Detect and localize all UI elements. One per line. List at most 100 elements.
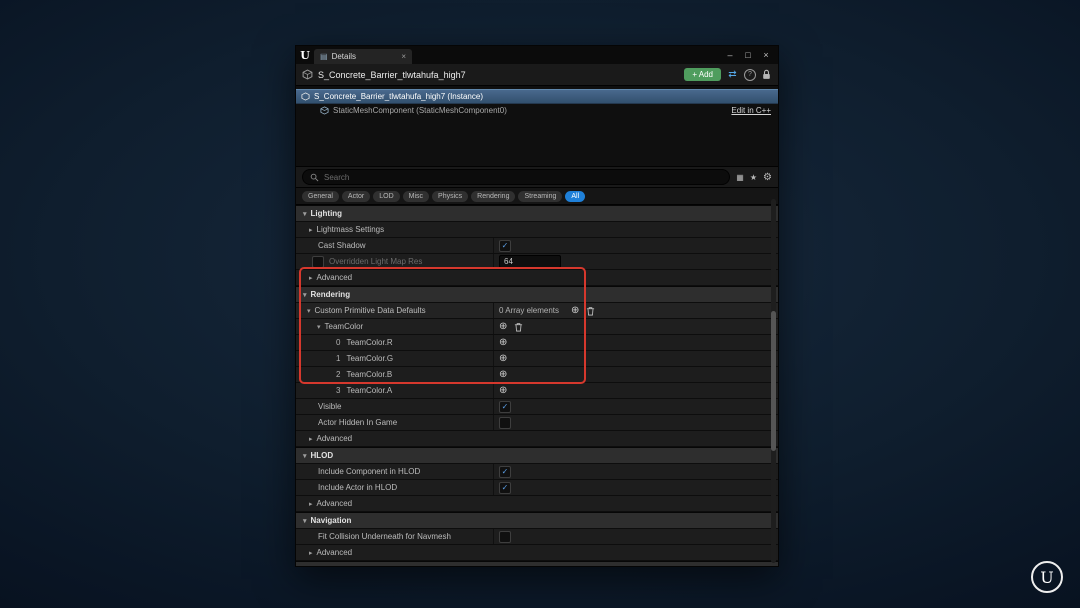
delete-icon[interactable]: [514, 322, 523, 332]
property-label: TeamColor.G: [346, 354, 394, 363]
scrollbar-thumb[interactable]: [771, 311, 776, 451]
chevron-right-icon: ▸: [309, 435, 313, 443]
close-button[interactable]: ×: [757, 46, 775, 64]
advanced-label: Advanced: [316, 273, 353, 282]
include-component-checkbox[interactable]: ✓: [499, 465, 511, 478]
property-value: ✓: [494, 239, 778, 252]
row-advanced-lighting[interactable]: ▸ Advanced: [296, 270, 778, 286]
property-value: ⊕: [494, 337, 778, 348]
property-label: Include Actor in HLOD: [318, 483, 398, 492]
row-teamcolor-b: 2 TeamColor.B ⊕: [296, 367, 778, 383]
row-include-actor-in-hlod: Include Actor in HLOD ✓: [296, 480, 778, 496]
delete-icon[interactable]: [586, 306, 595, 316]
filter-actor[interactable]: Actor: [341, 190, 371, 202]
section-label: Virtual Texture: [311, 565, 366, 566]
add-component-button[interactable]: + Add: [684, 67, 721, 82]
filter-physics[interactable]: Physics: [432, 190, 469, 202]
filter-streaming[interactable]: Streaming: [518, 190, 563, 202]
search-icon: [310, 173, 319, 181]
check-icon: ✓: [501, 401, 509, 411]
row-teamcolor-r: 0 TeamColor.R ⊕: [296, 335, 778, 351]
cast-shadow-checkbox[interactable]: ✓: [499, 239, 511, 252]
settings-gear-icon[interactable]: ⚙: [763, 172, 772, 183]
property-value: [494, 530, 778, 543]
tab-label: Details: [331, 52, 357, 61]
filter-misc[interactable]: Misc: [402, 190, 430, 202]
filter-general[interactable]: General: [302, 190, 339, 202]
search-toolbar: ▦ ★ ⚙: [736, 172, 772, 183]
section-virtual-texture[interactable]: ▾ Virtual Texture: [296, 561, 778, 566]
desktop-background: U ▤ Details × – □ × S_Concrete_Barrier_t…: [0, 0, 1080, 608]
add-element-icon[interactable]: ⊕: [499, 321, 507, 332]
chevron-down-icon[interactable]: ▾: [296, 323, 321, 331]
filter-all[interactable]: All: [565, 190, 586, 202]
property-label: Fit Collision Underneath for Navmesh: [318, 532, 451, 541]
chevron-right-icon: ▸: [309, 274, 313, 282]
tree-item-staticmesh-component[interactable]: StaticMeshComponent (StaticMeshComponent…: [296, 104, 778, 117]
visible-checkbox[interactable]: ✓: [499, 400, 511, 413]
chevron-right-icon: ▸: [309, 226, 313, 234]
maximize-button[interactable]: □: [739, 46, 757, 64]
lock-icon[interactable]: [761, 69, 772, 80]
edit-in-cpp-link[interactable]: Edit in C++: [731, 106, 773, 115]
row-advanced-hlod[interactable]: ▸ Advanced: [296, 496, 778, 512]
minimize-button[interactable]: –: [721, 46, 739, 64]
add-pin-icon[interactable]: ⊕: [499, 369, 507, 380]
row-advanced-navigation[interactable]: ▸ Advanced: [296, 545, 778, 561]
search-placeholder: Search: [324, 172, 350, 182]
chevron-down-icon: ▾: [303, 291, 307, 299]
title-bar[interactable]: U ▤ Details × – □ ×: [296, 46, 778, 64]
row-advanced-rendering[interactable]: ▸ Advanced: [296, 431, 778, 447]
actor-cube-icon: [302, 69, 313, 80]
property-name: ▾ TeamColor: [296, 319, 494, 334]
property-value: [494, 416, 778, 429]
property-label: TeamColor.B: [346, 370, 393, 379]
filter-lod[interactable]: LOD: [373, 190, 400, 202]
row-fit-collision-underneath: Fit Collision Underneath for Navmesh: [296, 529, 778, 545]
array-index: 0: [336, 338, 341, 347]
row-lightmass-settings[interactable]: ▸ Lightmass Settings: [296, 222, 778, 238]
property-value: 64: [494, 255, 778, 268]
advanced-label: Advanced: [316, 548, 353, 557]
property-name: Include Actor in HLOD: [296, 480, 494, 495]
favorites-star-icon[interactable]: ★: [750, 173, 757, 182]
row-teamcolor-a: 3 TeamColor.A ⊕: [296, 383, 778, 399]
tree-item-instance[interactable]: S_Concrete_Barrier_tlwtahufa_high7 (Inst…: [296, 89, 778, 104]
unreal-logo-badge: U: [1031, 561, 1063, 593]
section-rendering[interactable]: ▾ Rendering: [296, 286, 778, 303]
property-value: ✓: [494, 481, 778, 494]
property-name: ▾ Custom Primitive Data Defaults: [296, 303, 494, 318]
light-map-res-input[interactable]: 64: [499, 255, 561, 268]
add-element-icon[interactable]: ⊕: [571, 305, 579, 316]
sync-browser-icon[interactable]: ⇄: [726, 69, 739, 80]
add-pin-icon[interactable]: ⊕: [499, 353, 507, 364]
property-value: ✓: [494, 465, 778, 478]
property-name: Cast Shadow: [296, 238, 494, 253]
search-input[interactable]: Search: [302, 169, 731, 185]
chevron-down-icon[interactable]: ▾: [296, 307, 311, 315]
section-navigation[interactable]: ▾ Navigation: [296, 512, 778, 529]
details-tab[interactable]: ▤ Details ×: [314, 49, 412, 64]
section-hlod[interactable]: ▾ HLOD: [296, 447, 778, 464]
help-icon[interactable]: ?: [744, 68, 756, 81]
array-actions: ⊕: [571, 305, 595, 316]
property-value: 0 Array elements ⊕: [494, 305, 778, 316]
fit-collision-checkbox[interactable]: [499, 530, 511, 543]
section-lighting[interactable]: ▾ Lighting: [296, 205, 778, 222]
display-options-icon[interactable]: ▦: [736, 173, 744, 182]
override-checkbox[interactable]: [312, 255, 324, 268]
array-index: 2: [336, 370, 341, 379]
include-actor-checkbox[interactable]: ✓: [499, 481, 511, 494]
add-pin-icon[interactable]: ⊕: [499, 337, 507, 348]
section-label: Navigation: [310, 516, 352, 525]
add-pin-icon[interactable]: ⊕: [499, 385, 507, 396]
filter-rendering[interactable]: Rendering: [471, 190, 516, 202]
details-window: U ▤ Details × – □ × S_Concrete_Barrier_t…: [295, 45, 779, 567]
tab-close-icon[interactable]: ×: [401, 52, 406, 61]
actor-hidden-checkbox[interactable]: [499, 416, 511, 429]
array-index: 1: [336, 354, 341, 363]
chevron-right-icon: ▸: [309, 549, 313, 557]
tree-item-label: S_Concrete_Barrier_tlwtahufa_high7 (Inst…: [314, 92, 483, 101]
property-value: ⊕: [494, 369, 778, 380]
property-label: Overridden Light Map Res: [329, 257, 423, 266]
